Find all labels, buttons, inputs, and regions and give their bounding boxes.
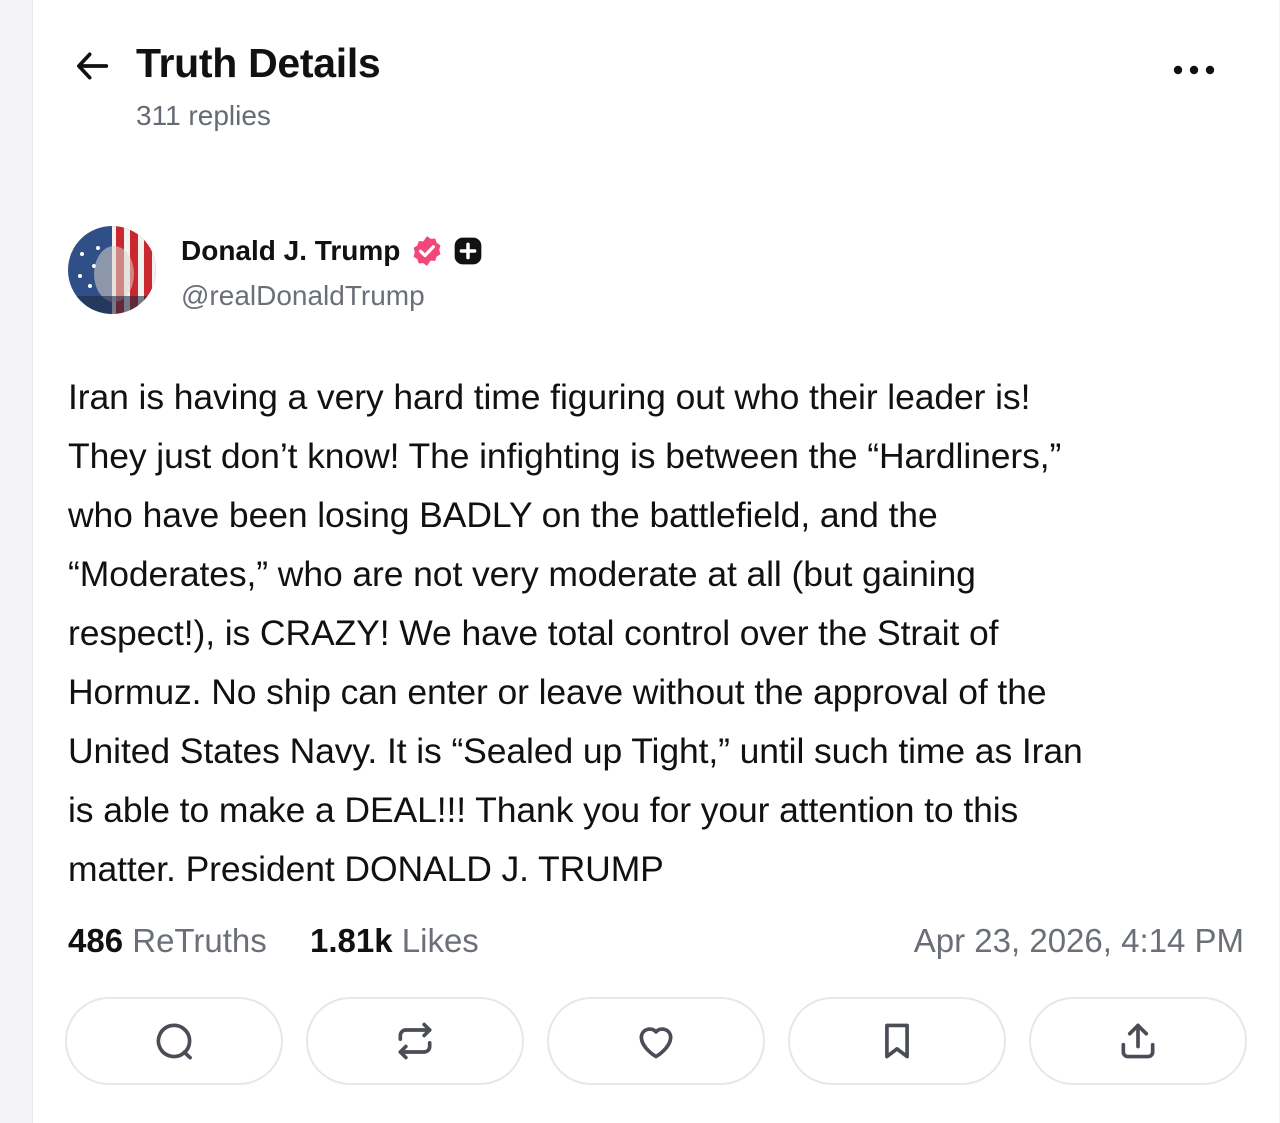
likes-label: Likes	[401, 922, 479, 959]
truth-details-panel: Truth Details 311 replies Donald J. Trum…	[32, 0, 1279, 1123]
avatar-image	[68, 226, 156, 314]
reply-button[interactable]	[65, 997, 283, 1085]
action-bar	[65, 997, 1249, 1089]
retruths-label: ReTruths	[132, 922, 267, 959]
plus-badge-icon	[455, 237, 482, 265]
page-header: Truth Details 311 replies	[33, 0, 1279, 150]
post-timestamp: Apr 23, 2026, 4:14 PM	[913, 922, 1244, 959]
author-handle[interactable]: @realDonaldTrump	[181, 280, 425, 312]
retruths-stat[interactable]: 486 ReTruths	[68, 922, 267, 960]
share-button[interactable]	[1029, 997, 1247, 1085]
verified-badge-icon	[413, 236, 441, 266]
back-button[interactable]	[71, 44, 115, 88]
retruth-button[interactable]	[306, 997, 524, 1085]
replies-count: 311 replies	[136, 100, 271, 131]
like-button[interactable]	[547, 997, 765, 1085]
comment-icon	[156, 1023, 192, 1060]
repost-icon	[398, 1022, 432, 1060]
author-avatar[interactable]	[68, 226, 156, 314]
bookmark-button[interactable]	[788, 997, 1006, 1085]
more-options-button[interactable]	[1167, 50, 1221, 90]
author-name-text: Donald J. Trump	[181, 235, 401, 266]
likes-count: 1.81k	[310, 922, 393, 959]
post-stats: 486 ReTruths 1.81k Likes Apr 23, 2026, 4…	[68, 918, 1244, 968]
likes-stat[interactable]: 1.81k Likes	[310, 922, 479, 960]
share-icon	[1121, 1023, 1155, 1059]
post-body-text: Iran is having a very hard time figuring…	[68, 377, 1083, 889]
more-horizontal-icon	[1173, 65, 1215, 75]
retruths-count: 486	[68, 922, 124, 959]
heart-icon	[639, 1027, 673, 1059]
author-name[interactable]: Donald J. Trump	[181, 234, 484, 268]
arrow-left-icon	[77, 52, 109, 80]
page-title: Truth Details	[136, 40, 381, 86]
bookmark-icon	[885, 1023, 909, 1059]
